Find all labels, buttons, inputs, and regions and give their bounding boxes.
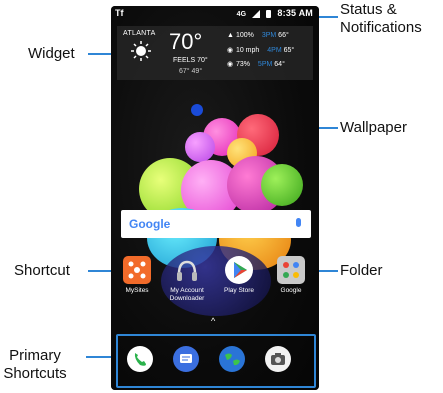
app-label: Play Store	[224, 287, 254, 294]
weather-widget[interactable]: ATLANTA 70° FEELS 70° 67° 49° ▲ 100% 3PM…	[117, 26, 313, 80]
callout-primary: Primary Shortcuts	[2, 347, 68, 383]
app-drawer-chevron-icon[interactable]: ^	[211, 316, 215, 326]
weather-temp: 70°	[169, 29, 203, 54]
primary-shortcuts-highlight	[116, 334, 316, 388]
wallpaper-bubble	[191, 104, 203, 116]
app-label: My Account	[170, 287, 204, 294]
leader-status	[318, 16, 338, 18]
status-right: 4G 8:35 AM	[237, 8, 313, 18]
weather-row: ◉ 73% 5PM 64°	[227, 60, 285, 68]
battery-icon	[265, 9, 271, 18]
wind-icon: ◉	[227, 47, 234, 54]
google-search-bar[interactable]: Google	[121, 210, 311, 238]
forecast-time: 4PM	[267, 47, 282, 54]
network-type: 4G	[236, 11, 247, 18]
callout-shortcut: Shortcut	[14, 262, 70, 279]
folder-google[interactable]: Google	[267, 256, 315, 295]
weather-hi-lo: 67° 49°	[179, 68, 203, 75]
wallpaper-bubble	[185, 132, 215, 162]
status-time: 8:35 AM	[277, 8, 313, 18]
callout-primary-line1: Primary	[9, 347, 61, 364]
forecast-temp: 65°	[283, 47, 295, 54]
mysites-icon	[123, 256, 151, 284]
weather-row-value: 73%	[235, 61, 250, 68]
weather-feels: FEELS 70°	[173, 57, 208, 64]
play-store-icon	[225, 256, 253, 284]
forecast-temp: 66°	[278, 32, 289, 39]
callout-widget: Widget	[28, 45, 75, 62]
carrier-icon: Tf	[115, 8, 124, 18]
google-logo: Google	[129, 217, 171, 231]
weather-row: ▲ 100% 3PM 66°	[227, 32, 289, 39]
wallpaper-bubble	[261, 164, 303, 206]
forecast-temp: 64°	[274, 61, 285, 68]
folder-icon	[277, 256, 305, 284]
weather-city: ATLANTA	[123, 30, 156, 37]
forecast-time: 3PM	[261, 32, 277, 39]
humidity-icon: ▲	[227, 32, 234, 39]
app-label-line2: Downloader	[169, 294, 205, 302]
callout-folder: Folder	[340, 262, 383, 279]
app-shortcut-play-store[interactable]: Play Store	[215, 256, 263, 295]
callout-primary-line2: Shortcuts	[3, 365, 67, 382]
status-bar: Tf 4G 8:35 AM	[111, 6, 319, 22]
precip-icon: ◉	[227, 61, 234, 68]
weather-row: ◉ 10 mph 4PM 65°	[227, 46, 294, 54]
callout-wallpaper: Wallpaper	[340, 119, 407, 136]
headphones-icon	[173, 256, 201, 284]
app-shortcut-mysites[interactable]: MySites	[113, 256, 161, 295]
callout-status: Status & Notifications	[340, 1, 422, 37]
signal-icon	[252, 9, 261, 18]
app-label: MySites	[125, 287, 149, 294]
mic-icon[interactable]	[296, 218, 301, 227]
weather-row-value: 10 mph	[235, 47, 260, 54]
app-shortcut-my-account-downloader[interactable]: My Account Downloader	[163, 256, 211, 302]
app-label: Google	[280, 287, 302, 294]
callout-status-line1: Status &	[340, 1, 397, 18]
sun-icon	[130, 40, 152, 64]
weather-row-value: 100%	[235, 32, 254, 39]
forecast-time: 5PM	[257, 61, 273, 68]
callout-status-line2: Notifications	[340, 19, 422, 36]
phone-screen: Tf 4G 8:35 AM ATLANTA 70° FEELS 70° 67° …	[111, 6, 319, 390]
